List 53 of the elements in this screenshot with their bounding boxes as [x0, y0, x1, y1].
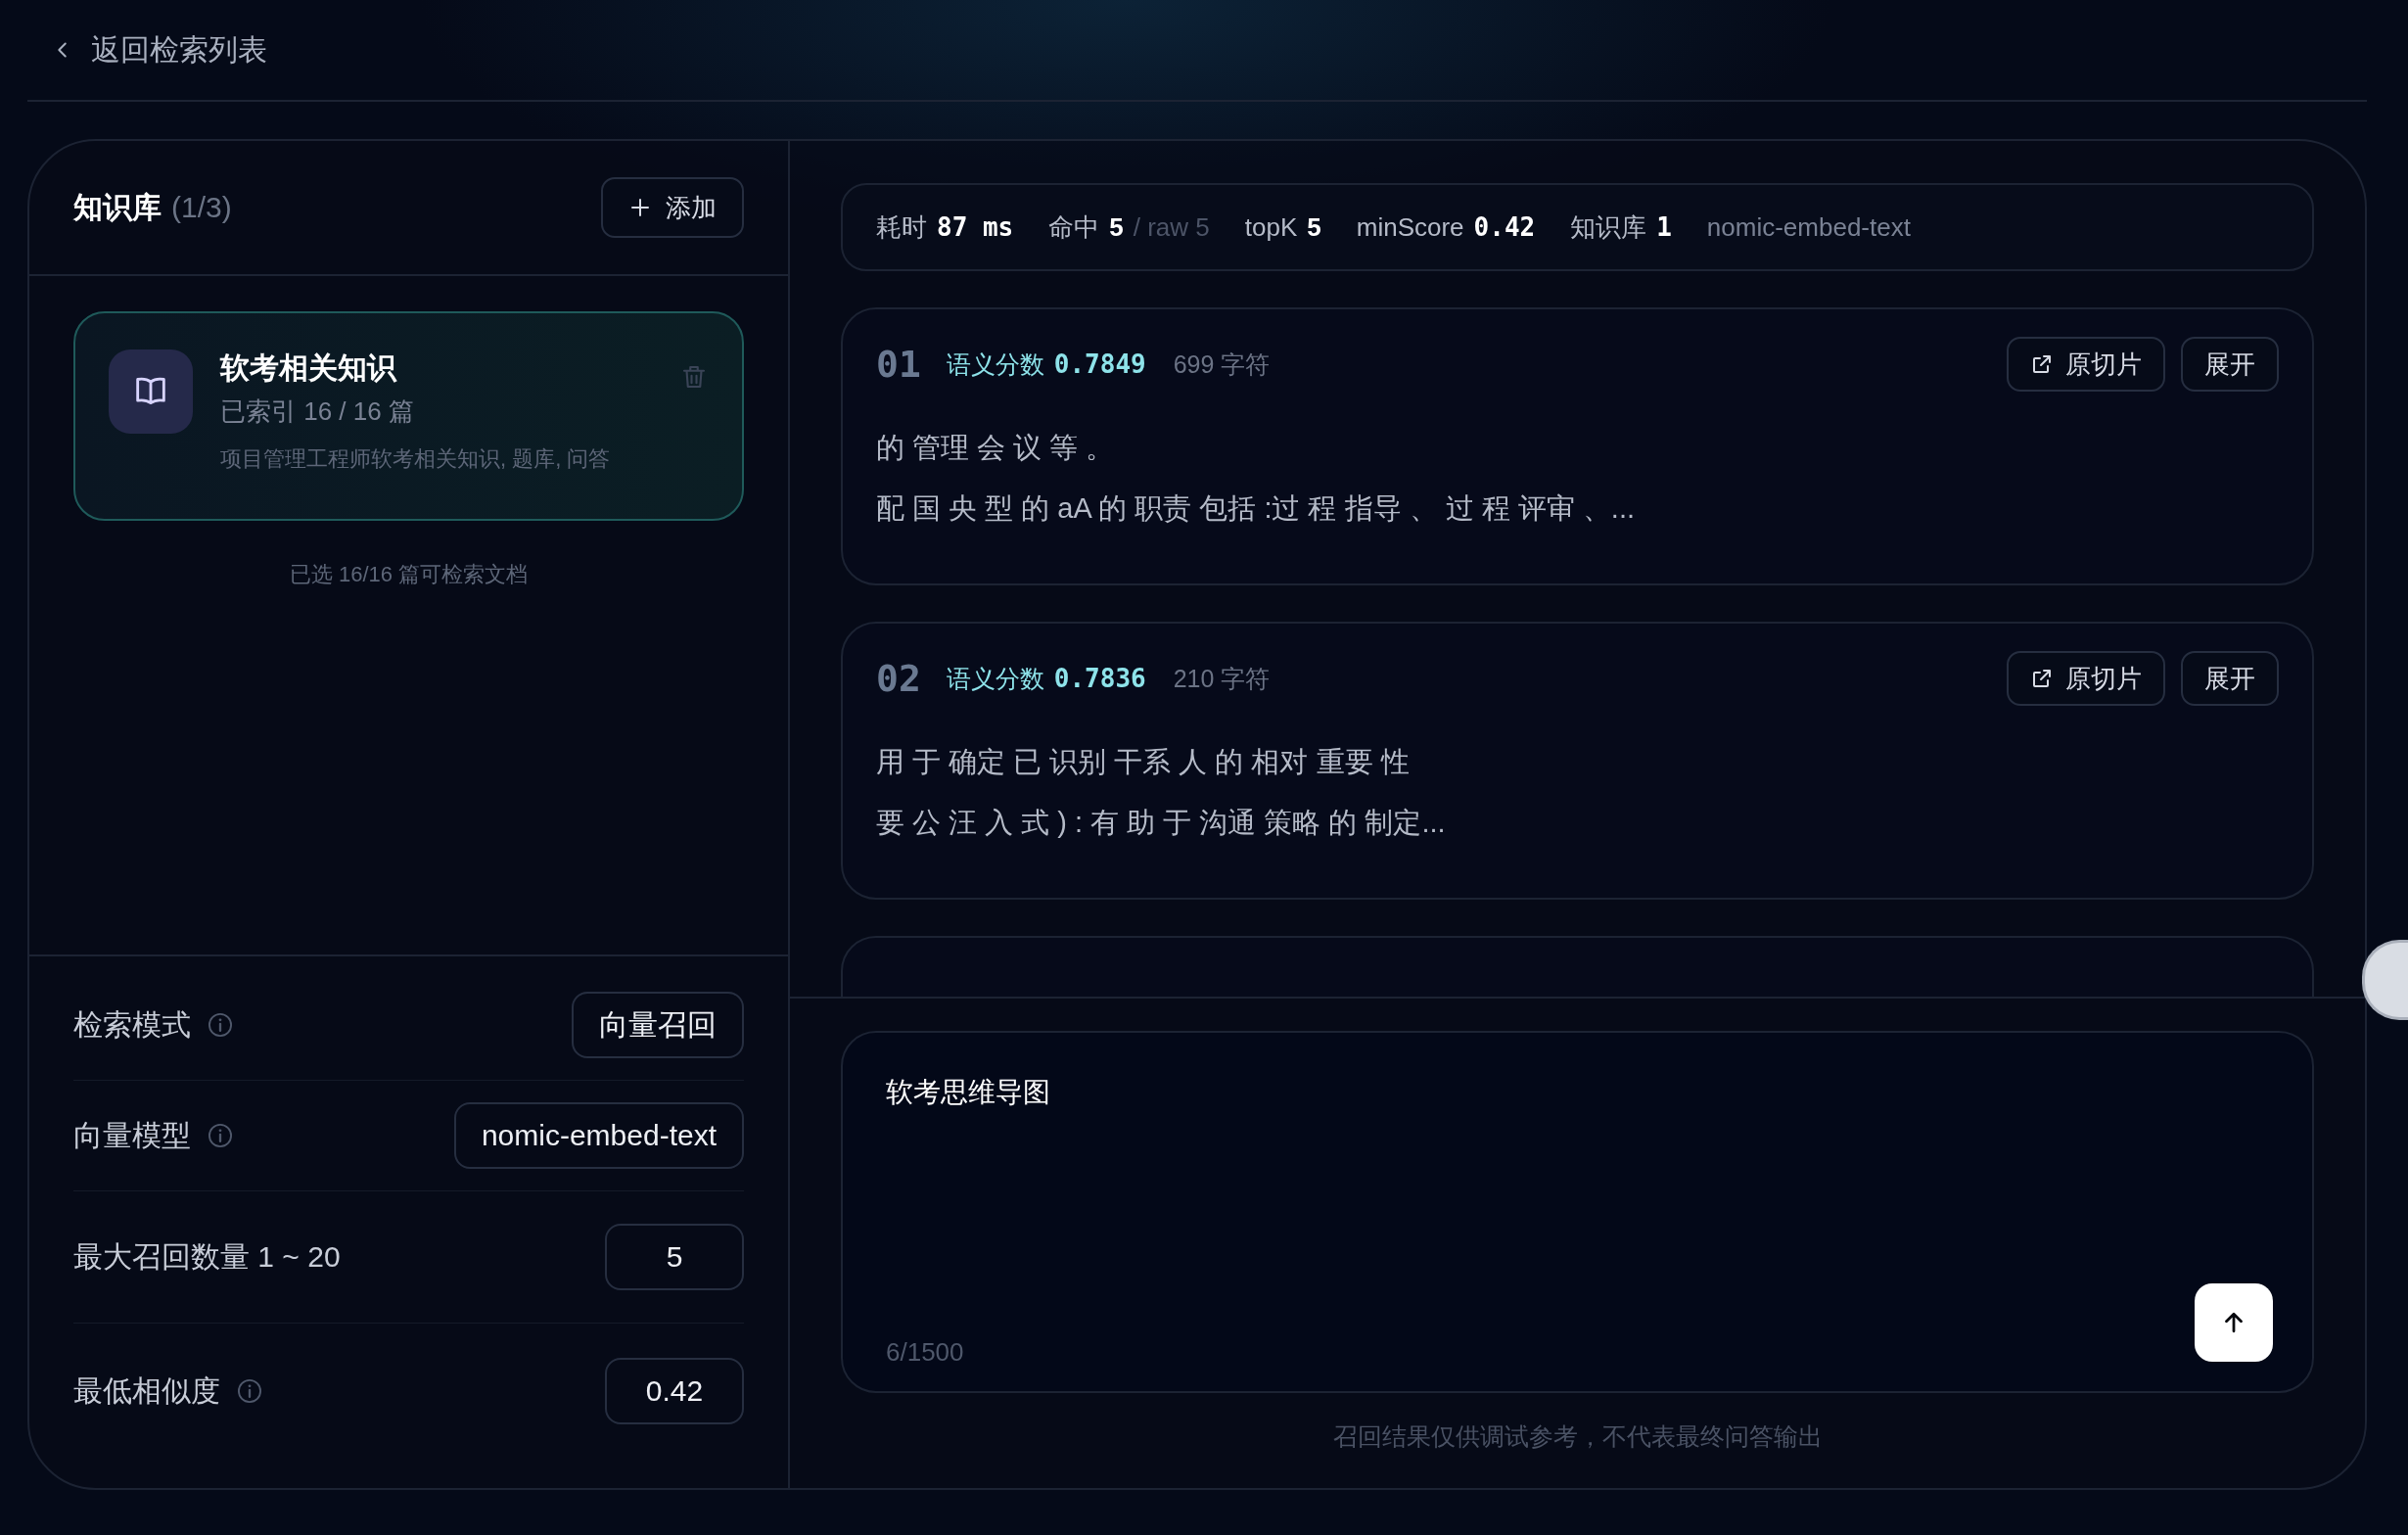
setting-field[interactable]: nomic-embed-text [453, 1102, 744, 1169]
setting-label: 向量模型 [73, 1117, 191, 1153]
setting-label: 检索模式 [73, 1006, 191, 1043]
stat-value: 1 [1656, 211, 1672, 242]
add-button[interactable]: 添加 [601, 177, 744, 238]
rank-number: 02 [876, 657, 921, 700]
snippet-line: 用 于 确定 已 识别 干系 人 的 相对 重要 性 [876, 745, 1411, 779]
query-field[interactable]: 软考思维导图 6/1500 [841, 1031, 2314, 1393]
book-icon [109, 349, 193, 434]
setting-field[interactable]: 0.42 [605, 1358, 744, 1424]
back-link[interactable]: 返回检索列表 [52, 29, 267, 70]
knowledge-base-name: 软考相关知识 [220, 350, 398, 386]
score-value: 0.7836 [1053, 664, 1146, 693]
char-counter: 6/1500 [886, 1337, 964, 1368]
score-value: 0.7849 [1053, 349, 1146, 379]
knowledge-base-description: 项目管理工程师软考相关知识, 题库, 问答 [220, 445, 612, 473]
stat-label: 命中 [1048, 210, 1100, 244]
snippet-line: 配 国 央 型 的 aA 的 职责 包括 :过 程 指导 、 过 程 评审 、... [876, 491, 1636, 526]
setting-field[interactable]: 5 [605, 1224, 744, 1290]
stat-note: / raw 5 [1133, 211, 1210, 243]
disclaimer-text: 召回结果仅供调试参考，不代表最终问答输出 [1331, 1421, 1824, 1452]
knowledge-base-card[interactable]: 软考相关知识 已索引 16 / 16 篇 项目管理工程师软考相关知识, 题库, 问答 [73, 311, 744, 521]
snippet-line: 要 公 汪 入 式 ) : 有 助 于 沟通 策略 的 制定... [876, 806, 1447, 840]
open-chunk-button[interactable]: 原切片 [2007, 337, 2165, 392]
rank-number: 01 [876, 343, 921, 386]
panel-title: 知识库 [73, 189, 162, 225]
open-chunk-button[interactable]: 原切片 [2007, 651, 2165, 706]
panel-count: (1/3) [171, 190, 232, 224]
stat-label: minScore [1356, 211, 1464, 243]
setting-label: 最大召回数量 1 ~ 20 [73, 1238, 341, 1275]
expand-button[interactable]: 展开 [2181, 337, 2279, 392]
char-count: 210 字符 [1173, 663, 1271, 694]
stat-label: 耗时 [876, 210, 927, 244]
stat-label: nomic-embed-text [1706, 211, 1911, 243]
expand-button[interactable]: 展开 [2181, 651, 2279, 706]
score-label: 语义分数 [946, 663, 1044, 694]
setting-label: 最低相似度 [73, 1372, 220, 1409]
snippet-line: 的 管理 会 议 等 。 [876, 431, 1116, 465]
stat-value: 0.42 [1473, 211, 1536, 242]
char-count: 699 字符 [1173, 349, 1271, 380]
index-status: 已索引 16 / 16 篇 [220, 395, 415, 428]
stat-label: topK [1244, 211, 1298, 243]
plus-icon [628, 196, 652, 219]
stat-value: 5 [1307, 211, 1321, 243]
score-label: 语义分数 [946, 349, 1044, 380]
stat-value: 5 [1109, 211, 1124, 243]
external-link-icon [2030, 352, 2054, 376]
external-link-icon [2030, 667, 2054, 690]
setting-field[interactable]: 向量召回 [572, 992, 744, 1058]
stat-value: 87 ms [937, 211, 1014, 242]
send-button[interactable] [2195, 1283, 2273, 1362]
stat-label: 知识库 [1570, 210, 1647, 244]
selection-summary: 已选 16/16 篇可检索文档 [288, 561, 530, 588]
